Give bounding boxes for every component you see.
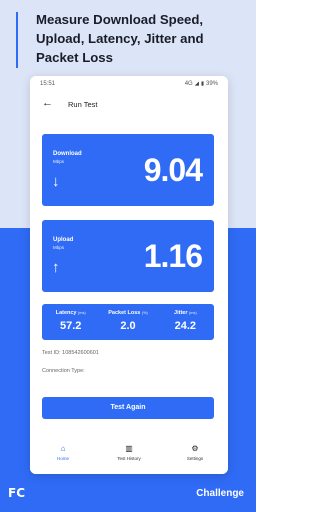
back-arrow-icon[interactable]: ← bbox=[42, 97, 53, 109]
stat-jitter-unit: (ms) bbox=[189, 311, 197, 315]
nav-test-history-label: Test History bbox=[117, 456, 141, 461]
headline-accent-bar bbox=[16, 12, 18, 68]
arrow-down-icon: ↓ bbox=[52, 173, 60, 190]
battery-level: 39% bbox=[205, 81, 218, 87]
stat-packet-loss-label: Packet Loss bbox=[108, 310, 141, 316]
nav-settings-label: Settings bbox=[186, 456, 204, 461]
download-unit: Mbps bbox=[53, 159, 65, 164]
stat-latency-label: Latency bbox=[55, 310, 77, 316]
phone-screen: 15:51 4G ◢ ▮ 39% ← Run Test Download Mbp… bbox=[30, 76, 228, 474]
status-bar: 15:51 4G ◢ ▮ 39% bbox=[30, 76, 228, 90]
nav-item-settings[interactable]: ⚙ Settings bbox=[162, 440, 228, 474]
stat-packet-loss-unit: (%) bbox=[141, 311, 148, 315]
upload-value: 1.16 bbox=[143, 238, 203, 274]
app-bar: ← Run Test bbox=[30, 94, 228, 116]
network-label: 4G bbox=[184, 81, 193, 87]
bottom-nav: ⌂ Home ▥ Test History ⚙ Settings bbox=[30, 440, 228, 474]
stats-panel: Latency (ms) 57.2 Packet Loss (%) 2.0 Ji… bbox=[42, 304, 214, 340]
page-title: Run Test bbox=[68, 100, 98, 109]
test-again-button[interactable]: Test Again bbox=[42, 397, 214, 419]
download-value: 9.04 bbox=[143, 152, 203, 188]
brand-logo: Challenge bbox=[196, 488, 244, 499]
gear-icon: ⚙ bbox=[191, 444, 199, 453]
history-icon: ▥ bbox=[125, 444, 133, 453]
download-label: Download bbox=[53, 151, 82, 157]
stat-latency: Latency (ms) 57.2 bbox=[42, 304, 99, 340]
signal-icon: ◢ bbox=[194, 81, 199, 87]
test-id: Test ID: 108542600601 bbox=[42, 350, 99, 356]
status-indicators: 4G ◢ ▮ 39% bbox=[185, 81, 218, 87]
upload-card: Upload Mbps ↑ 1.16 bbox=[42, 220, 214, 292]
stat-packet-loss-value: 2.0 bbox=[120, 320, 136, 332]
nav-home-label: Home bbox=[56, 456, 69, 461]
fcc-logo: FC bbox=[8, 486, 26, 500]
stat-packet-loss: Packet Loss (%) 2.0 bbox=[99, 304, 156, 340]
arrow-up-icon: ↑ bbox=[52, 259, 60, 276]
download-card: Download Mbps ↓ 9.04 bbox=[42, 134, 214, 206]
stat-latency-value: 57.2 bbox=[59, 320, 82, 332]
stat-jitter-label: Jitter bbox=[174, 310, 188, 316]
upload-unit: Mbps bbox=[53, 245, 65, 250]
status-time: 15:51 bbox=[40, 81, 56, 87]
nav-item-test-history[interactable]: ▥ Test History bbox=[96, 440, 162, 474]
headline: Measure Download Speed, Upload, Latency,… bbox=[36, 12, 204, 65]
stat-latency-unit: (ms) bbox=[78, 311, 86, 315]
battery-icon: ▮ bbox=[200, 81, 204, 87]
nav-item-home[interactable]: ⌂ Home bbox=[30, 440, 96, 474]
home-icon: ⌂ bbox=[60, 444, 66, 453]
stat-jitter: Jitter (ms) 24.2 bbox=[157, 304, 214, 340]
stat-jitter-value: 24.2 bbox=[174, 320, 197, 332]
upload-label: Upload bbox=[53, 237, 74, 243]
connection-type: Connection Type: bbox=[42, 368, 85, 374]
